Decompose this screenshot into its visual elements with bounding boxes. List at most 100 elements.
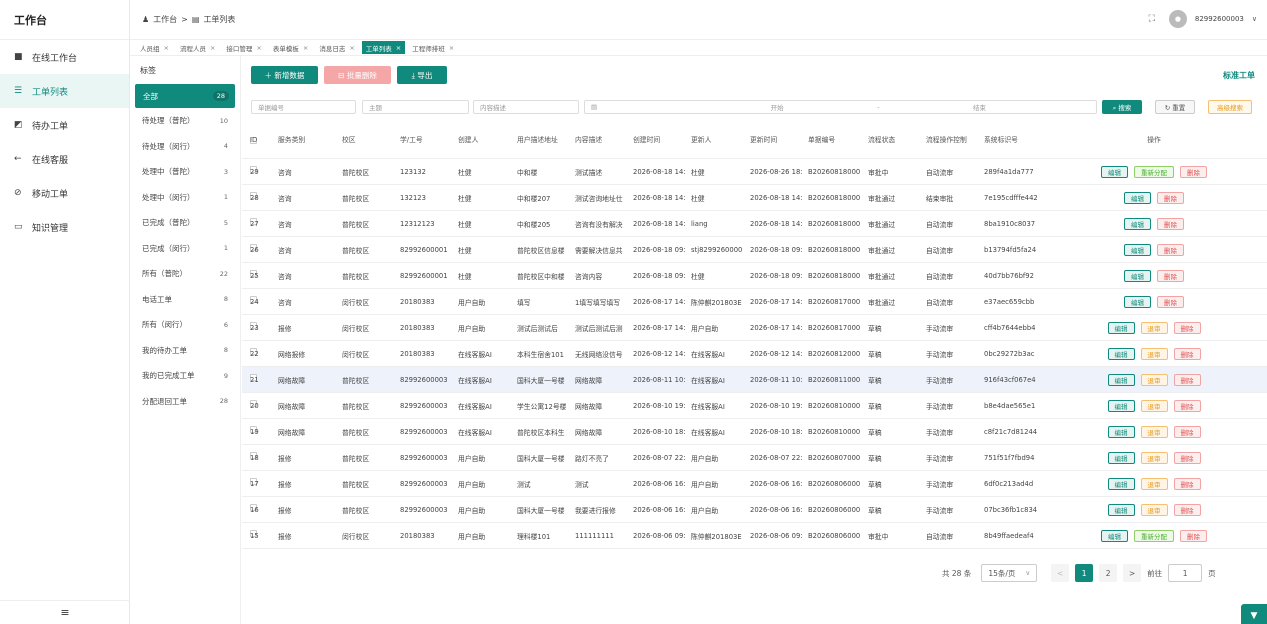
del-button[interactable]: 删除 bbox=[1173, 373, 1201, 386]
close-icon[interactable]: × bbox=[449, 44, 454, 52]
back-button[interactable]: 退审 bbox=[1140, 321, 1168, 334]
category-item[interactable]: 已完成（闵行） 1 bbox=[130, 236, 240, 262]
realloc-button[interactable]: 重新分配 bbox=[1134, 529, 1174, 542]
prev-page-button[interactable]: < bbox=[1051, 564, 1070, 582]
avatar[interactable]: ● bbox=[1168, 10, 1187, 28]
edit-button[interactable]: 编辑 bbox=[1124, 217, 1151, 230]
table-row[interactable]: 21 网络故障 普陀校区 82992600003 在线客服AI 国科大厦一号楼 网络故障 20… bbox=[242, 367, 1267, 393]
close-icon[interactable]: × bbox=[396, 44, 401, 52]
category-item[interactable]: 待处理（普陀） 10 bbox=[130, 108, 240, 134]
table-row[interactable]: 28 咨询 普陀校区 132123 杜健 中和楼207 测试咨询地址仕 2026-08-18 … bbox=[242, 185, 1267, 211]
edit-button[interactable]: 编辑 bbox=[1124, 295, 1151, 308]
edit-button[interactable]: 编辑 bbox=[1107, 399, 1135, 412]
back-button[interactable]: 退审 bbox=[1140, 425, 1168, 438]
content-input[interactable]: 内容描述 bbox=[473, 100, 579, 114]
realloc-button[interactable]: 重新分配 bbox=[1134, 165, 1174, 178]
search-button[interactable]: ⌕ 搜索 bbox=[1102, 100, 1142, 114]
tab-5[interactable]: 工单列表 × bbox=[361, 41, 406, 54]
category-item[interactable]: 处理中（普陀） 3 bbox=[130, 159, 240, 185]
next-page-button[interactable]: > bbox=[1123, 564, 1142, 582]
table-row[interactable]: 25 咨询 普陀校区 82992600001 杜健 普陀校区中和楼 咨询内容 2026-08-… bbox=[242, 263, 1267, 289]
del-button[interactable]: 删除 bbox=[1180, 165, 1207, 178]
close-icon[interactable]: × bbox=[164, 44, 169, 52]
edit-button[interactable]: 编辑 bbox=[1107, 477, 1135, 490]
del-button[interactable]: 删除 bbox=[1173, 477, 1201, 490]
table-row[interactable]: 26 咨询 普陀校区 82992600001 杜健 普陀校区信息楼 需要解决信息共 2026-… bbox=[242, 237, 1267, 263]
page-1-button[interactable]: 1 bbox=[1075, 564, 1094, 582]
close-icon[interactable]: × bbox=[303, 44, 308, 52]
sidebar-item-0[interactable]: ■ 在线工作台 bbox=[0, 40, 129, 74]
del-button[interactable]: 删除 bbox=[1173, 347, 1201, 360]
edit-button[interactable]: 编辑 bbox=[1124, 191, 1151, 204]
del-button[interactable]: 删除 bbox=[1173, 503, 1201, 516]
del-button[interactable]: 删除 bbox=[1157, 243, 1184, 256]
edit-button[interactable]: 编辑 bbox=[1124, 269, 1151, 282]
tab-6[interactable]: 工程师排班 × bbox=[408, 41, 458, 54]
reset-button[interactable]: ↻ 重置 bbox=[1155, 100, 1195, 114]
tab-3[interactable]: 表单模板 × bbox=[269, 41, 312, 54]
del-button[interactable]: 删除 bbox=[1173, 451, 1201, 464]
del-button[interactable]: 删除 bbox=[1173, 399, 1201, 412]
category-item[interactable]: 我的待办工单 8 bbox=[130, 338, 240, 364]
chevron-down-icon[interactable]: ∨ bbox=[1252, 15, 1257, 23]
tab-2[interactable]: 接口管理 × bbox=[222, 41, 265, 54]
table-row[interactable]: 27 咨询 普陀校区 12312123 杜健 中和楼205 咨询有没有解决 2026-08-1… bbox=[242, 211, 1267, 237]
table-row[interactable]: 17 报修 普陀校区 82992600003 用户自助 测试 测试 2026-08-06 16… bbox=[242, 471, 1267, 497]
table-row[interactable]: 18 报修 普陀校区 82992600003 用户自助 国科大厦一号楼 路灯不亮了 2026-… bbox=[242, 445, 1267, 471]
edit-button[interactable]: 编辑 bbox=[1107, 373, 1135, 386]
table-row[interactable]: 23 报修 闵行校区 20180383 用户自助 测试后测试后 测试后测试后测 2026-08… bbox=[242, 315, 1267, 341]
edit-button[interactable]: 编辑 bbox=[1101, 165, 1128, 178]
goto-page-input[interactable]: 1 bbox=[1168, 564, 1203, 582]
sidebar-item-2[interactable]: ◩ 待办工单 bbox=[0, 108, 129, 142]
breadcrumb-home[interactable]: 工作台 bbox=[153, 15, 177, 24]
close-icon[interactable]: × bbox=[210, 44, 215, 52]
del-button[interactable]: 删除 bbox=[1173, 425, 1201, 438]
back-button[interactable]: 退审 bbox=[1140, 477, 1168, 490]
page-size-select[interactable]: 15条/页 ∨ bbox=[981, 564, 1038, 582]
edit-button[interactable]: 编辑 bbox=[1124, 243, 1151, 256]
table-row[interactable]: 16 报修 普陀校区 82992600003 用户自助 国科大厦一号楼 我要进行报修 2026… bbox=[242, 497, 1267, 523]
table-row[interactable]: 24 咨询 闵行校区 20180383 用户自助 填写 1填写填写填写 2026-08-17 … bbox=[242, 289, 1267, 315]
del-button[interactable]: 删除 bbox=[1157, 191, 1184, 204]
sidebar-item-4[interactable]: ⊘ 移动工单 bbox=[0, 176, 129, 210]
subject-input[interactable]: 主题 bbox=[362, 100, 469, 114]
category-item[interactable]: 待处理（闵行） 4 bbox=[130, 134, 240, 160]
page-2-button[interactable]: 2 bbox=[1099, 564, 1118, 582]
advanced-search-button[interactable]: 高级搜索 bbox=[1208, 100, 1252, 114]
export-button[interactable]: ⤓ 导出 bbox=[397, 66, 447, 84]
category-item[interactable]: 全部 28 bbox=[135, 84, 235, 108]
del-button[interactable]: 删除 bbox=[1157, 269, 1184, 282]
category-item[interactable]: 电话工单 8 bbox=[130, 287, 240, 313]
back-button[interactable]: 退审 bbox=[1140, 399, 1168, 412]
category-item[interactable]: 我的已完成工单 9 bbox=[130, 363, 240, 389]
del-button[interactable]: 删除 bbox=[1157, 217, 1184, 230]
tab-0[interactable]: 人员组 × bbox=[136, 41, 173, 54]
edit-button[interactable]: 编辑 bbox=[1107, 503, 1135, 516]
add-data-button[interactable]: ＋ 新增数据 bbox=[251, 66, 318, 84]
close-icon[interactable]: × bbox=[256, 44, 261, 52]
back-button[interactable]: 退审 bbox=[1140, 503, 1168, 516]
back-button[interactable]: 退审 bbox=[1140, 451, 1168, 464]
username[interactable]: 82992600003 bbox=[1195, 15, 1244, 23]
back-button[interactable]: 退审 bbox=[1140, 373, 1168, 386]
download-icon[interactable]: ▼ bbox=[1241, 604, 1267, 624]
table-row[interactable]: 29 咨询 普陀校区 123132 杜健 中和楼 测试描述 2026-08-18 14: 杜健 2… bbox=[242, 159, 1267, 185]
back-button[interactable]: 退审 bbox=[1140, 347, 1168, 360]
edit-button[interactable]: 编辑 bbox=[1107, 321, 1135, 334]
del-button[interactable]: 删除 bbox=[1173, 321, 1201, 334]
edit-button[interactable]: 编辑 bbox=[1107, 451, 1135, 464]
del-button[interactable]: 删除 bbox=[1180, 529, 1207, 542]
tab-1[interactable]: 流程人员 × bbox=[176, 41, 219, 54]
table-row[interactable]: 22 网络报修 闵行校区 20180383 在线客服AI 本科生宿舍101 无线网络没信号 2… bbox=[242, 341, 1267, 367]
menu-toggle-icon[interactable]: ≡ bbox=[0, 600, 130, 624]
fullscreen-icon[interactable]: ⛶ bbox=[1149, 14, 1155, 24]
category-item[interactable]: 处理中（闵行） 1 bbox=[130, 185, 240, 211]
tab-4[interactable]: 消息日志 × bbox=[315, 41, 358, 54]
batch-delete-button[interactable]: ⊟ 批量删除 bbox=[324, 66, 391, 84]
close-icon[interactable]: × bbox=[349, 44, 354, 52]
table-row[interactable]: 15 报修 闵行校区 20180383 用户自助 理科楼101 111111111 2026-… bbox=[242, 523, 1267, 549]
sidebar-item-5[interactable]: ▭ 知识管理 bbox=[0, 210, 129, 244]
category-item[interactable]: 所有（普陀） 22 bbox=[130, 261, 240, 287]
sidebar-item-1[interactable]: ☰ 工单列表 bbox=[0, 74, 129, 108]
edit-button[interactable]: 编辑 bbox=[1107, 347, 1135, 360]
